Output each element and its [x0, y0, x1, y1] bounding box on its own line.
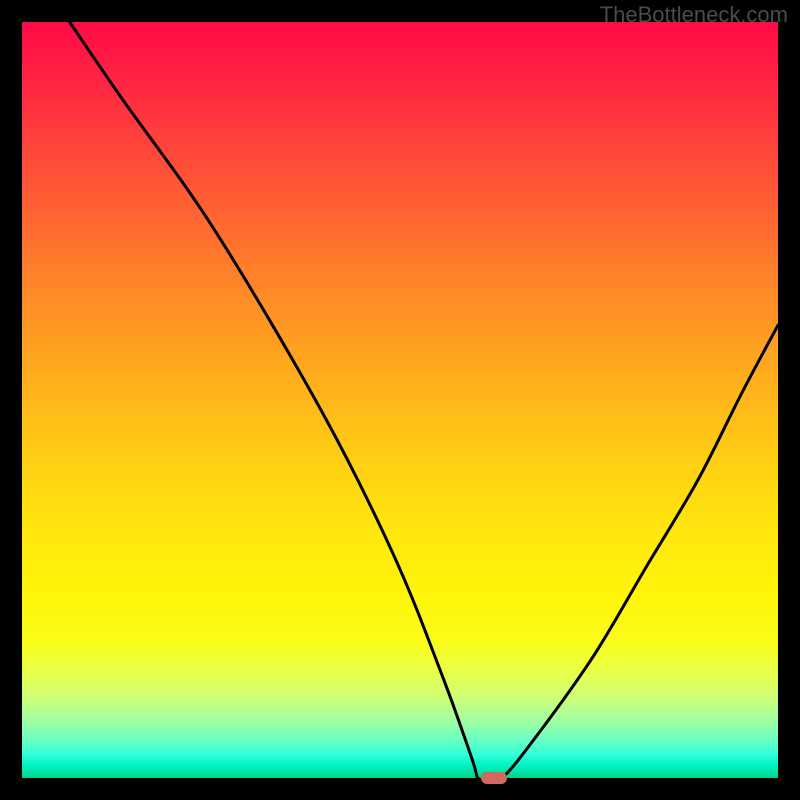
bottleneck-curve: [22, 22, 778, 778]
plot-area: [22, 22, 778, 778]
optimal-point-marker: [481, 772, 507, 785]
attribution-label: TheBottleneck.com: [600, 2, 788, 28]
chart-container: TheBottleneck.com: [0, 0, 800, 800]
